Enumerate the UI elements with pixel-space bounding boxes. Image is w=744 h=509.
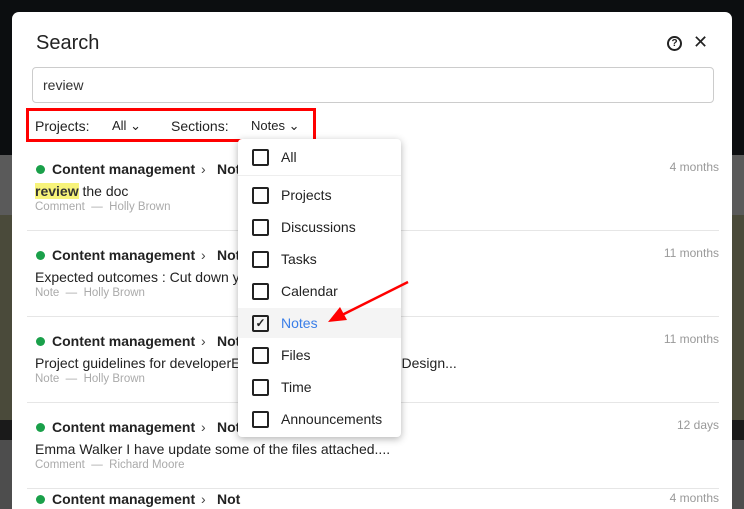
annotation-arrow bbox=[328, 280, 409, 322]
